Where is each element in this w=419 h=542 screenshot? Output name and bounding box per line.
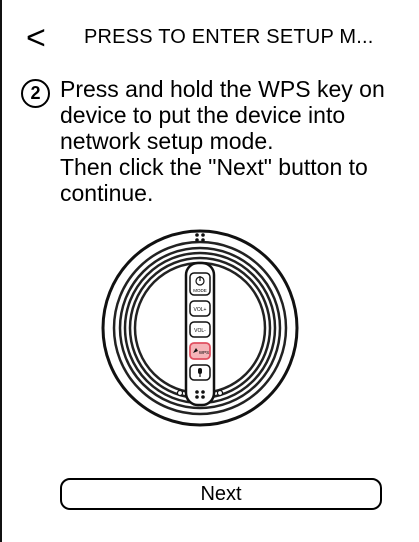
- chevron-left-icon: <: [26, 19, 46, 57]
- instruction-line-1: Press and hold the WPS key on device to …: [60, 76, 385, 154]
- svg-text:VOL+: VOL+: [194, 307, 207, 313]
- back-button[interactable]: <: [26, 18, 62, 58]
- instruction-text: Press and hold the WPS key on device to …: [60, 76, 416, 206]
- key-mic: [189, 364, 211, 381]
- key-mode: MODE: [189, 272, 211, 296]
- left-frame-border: [0, 0, 2, 542]
- next-button[interactable]: Next: [60, 478, 382, 510]
- key-vol-down: VOL-: [189, 321, 211, 338]
- page-title: PRESS TO ENTER SETUP M...: [84, 26, 374, 48]
- svg-text:WPS: WPS: [199, 350, 209, 355]
- svg-text:MODE: MODE: [193, 288, 207, 293]
- key-wps: WPS: [189, 342, 211, 360]
- key-vol-up: VOL+: [189, 300, 211, 317]
- svg-text:VOL-: VOL-: [194, 328, 206, 334]
- mic-icon: [198, 368, 202, 374]
- step-number-badge: 2: [21, 79, 50, 108]
- instruction-line-2: Then click the "Next" button to continue…: [60, 154, 368, 206]
- header-bar: < PRESS TO ENTER SETUP M...: [0, 0, 419, 72]
- device-illustration: MODE VOL+ VOL- WPS: [101, 229, 299, 427]
